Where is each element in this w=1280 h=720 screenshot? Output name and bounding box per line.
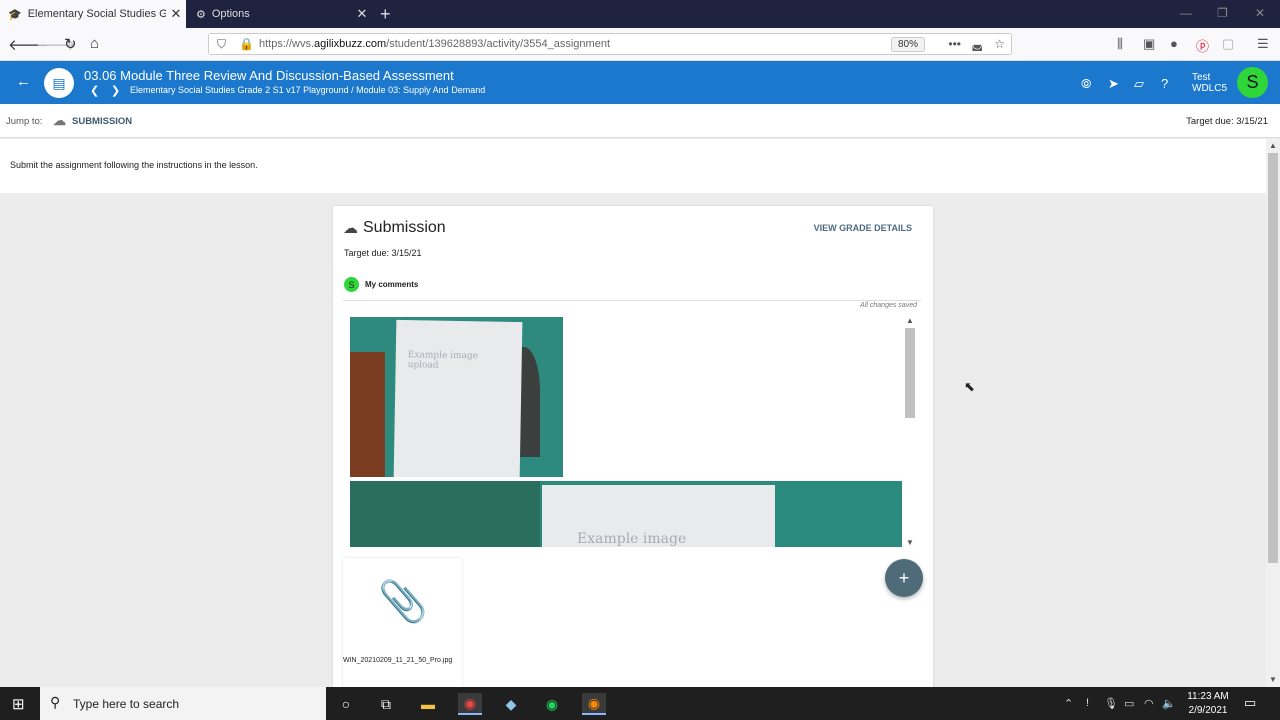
volume-icon[interactable]: 🔈 [1162,697,1176,710]
instructions-text: Submit the assignment following the inst… [10,160,258,170]
sidebar-icon[interactable]: ▣ [1143,36,1155,52]
file-explorer-icon[interactable]: ▬ [416,693,440,715]
taskbar-search[interactable]: ⚲ Type here to search [40,687,326,720]
submission-card: ☁ Submission VIEW GRADE DETAILS Target d… [333,206,933,687]
submission-title: ☁ Submission [343,219,446,237]
mouse-cursor-icon: ⬉ [964,379,975,394]
url-bar[interactable]: ⛉ 🔒 https://wvs.agilixbuzz.com/student/1… [208,33,1012,55]
new-tab-icon[interactable]: + [380,4,391,25]
battery-icon[interactable]: ▭ [1124,697,1134,710]
windows-start-icon[interactable]: ⊞ [12,695,25,713]
previous-activity-icon[interactable]: ❮ [90,84,99,97]
firefox-icon[interactable]: ◉ [582,693,606,715]
clock-date: 2/9/2021 [1188,705,1228,716]
paperclip-icon: 📎 [378,580,428,624]
account-icon[interactable]: ● [1170,36,1178,51]
tray-icon[interactable]: ! [1086,697,1089,709]
menu-icon[interactable]: ☰ [1257,36,1269,52]
restore-icon[interactable]: ❐ [1217,6,1228,20]
pinterest-icon[interactable]: ⓟ [1196,36,1209,55]
target-due: Target due: 3/15/21 [1186,116,1268,127]
user-name[interactable]: Test WDLC5 [1192,72,1227,94]
attachment-filename: WIN_20210209_11_21_50_Pro.jpg [343,657,453,664]
page-scrollbar[interactable]: ▲ ▼ [1266,139,1280,687]
spotify-icon[interactable]: ◉ [540,693,564,715]
url-text[interactable]: https://wvs.agilixbuzz.com/student/13962… [259,38,610,50]
shield-icon[interactable]: ⛉ [217,37,226,52]
buzz-icon: 🎓 [8,8,22,21]
help-icon[interactable]: ? [1161,76,1168,91]
cloud-upload-icon: ☁ [53,113,66,128]
app-icon[interactable]: ◆ [499,693,523,715]
windows-taskbar: ⊞ ⚲ Type here to search ○ ⧉ ▬ ◉ ◆ ◉ ◉ ⌃ … [0,687,1280,720]
submitted-photo[interactable]: Example image upload [350,317,563,477]
app-header: ← ▤ 03.06 Module Three Review And Discus… [0,61,1280,104]
microphone-icon[interactable]: 🎙 [1104,697,1118,710]
submitted-photo[interactable]: Example image [350,481,902,547]
breadcrumb[interactable]: Elementary Social Studies Grade 2 S1 v17… [130,85,485,95]
hearing-icon[interactable]: ⦾ [1081,76,1091,92]
close-window-icon[interactable]: ✕ [1255,6,1265,20]
page-title: 03.06 Module Three Review And Discussion… [84,68,454,83]
wifi-icon[interactable]: ◠ [1144,697,1154,710]
send-icon[interactable]: ➤ [1108,76,1119,92]
comment-editor[interactable]: Example image upload Example image [343,300,921,547]
show-hidden-icons-icon[interactable]: ⌃ [1064,697,1073,710]
chrome-icon[interactable]: ◉ [458,693,482,715]
submission-title-text: Submission [363,219,446,236]
close-tab-icon[interactable]: ✕ [166,6,186,22]
view-grade-details-link[interactable]: VIEW GRADE DETAILS [814,223,912,233]
tab-title: Options [211,8,250,20]
reload-icon[interactable]: ↻ [64,35,77,53]
scroll-thumb[interactable] [905,328,915,418]
scroll-up-icon[interactable]: ▲ [1269,141,1277,150]
browser-navbar: 🡐 🡒 ↻ ⌂ ⛉ 🔒 https://wvs.agilixbuzz.com/s… [0,28,1280,61]
zoom-level[interactable]: 80% [890,37,925,52]
my-comments-label: My comments [365,280,419,289]
search-icon: ⚲ [50,694,61,710]
user-name-line1: Test [1192,72,1211,83]
avatar[interactable]: S [1237,67,1268,98]
tab-title: Elementary Social Studies Grac [27,8,166,20]
jump-bar: Jump to: ☁ SUBMISSION Target due: 3/15/2… [0,104,1280,138]
extension-icon[interactable]: ▢ [1222,36,1234,52]
home-icon[interactable]: ⌂ [90,35,99,52]
notifications-icon[interactable]: ▭ [1244,695,1256,711]
cortana-icon[interactable]: ○ [334,693,358,715]
scroll-up-icon[interactable]: ▲ [906,316,914,325]
scroll-thumb[interactable] [1268,153,1278,563]
taskbar-clock[interactable]: 11:23 AM 2/9/2021 [1182,690,1234,718]
lock-icon[interactable]: 🔒 [239,37,254,51]
search-placeholder: Type here to search [73,697,180,711]
instructions-panel: Submit the assignment following the inst… [0,139,1266,193]
attachment-tile[interactable]: 📎 WIN_20210209_11_21_50_Pro.jpg [343,558,462,687]
gear-icon: ⚙ [196,8,206,21]
notes-icon[interactable]: ▱ [1134,76,1144,92]
pocket-icon[interactable]: ◛ [971,37,983,51]
submission-target-due: Target due: 3/15/21 [344,248,422,258]
editor-scrollbar[interactable]: ▲ ▼ [903,316,917,550]
add-button[interactable]: + [885,559,923,597]
tab-elementary-social-studies[interactable]: 🎓 Elementary Social Studies Grac ✕ [0,0,186,28]
document-icon: ▤ [44,68,74,98]
tab-options[interactable]: ⚙ Options ✕ [188,0,372,28]
browser-tab-strip: 🎓 Elementary Social Studies Grac ✕ ⚙ Opt… [0,0,1280,28]
back-arrow-icon[interactable]: ← [16,73,31,90]
jump-submission-label: SUBMISSION [72,115,133,127]
jump-submission-link[interactable]: ☁ SUBMISSION [53,113,132,129]
jump-to-label: Jump to: [6,116,43,127]
bookmark-star-icon[interactable]: ☆ [994,37,1005,51]
scroll-down-icon[interactable]: ▼ [1269,675,1277,684]
minimize-icon[interactable]: — [1180,6,1192,20]
cloud-upload-icon: ☁ [343,220,358,237]
clock-time: 11:23 AM [1187,691,1229,702]
library-icon[interactable]: ⫼ [1117,36,1123,52]
scroll-down-icon[interactable]: ▼ [906,538,914,547]
more-actions-icon[interactable]: ••• [948,37,961,51]
task-view-icon[interactable]: ⧉ [374,693,398,715]
close-tab-icon[interactable]: ✕ [352,6,372,22]
user-name-line2: WDLC5 [1192,83,1228,94]
avatar: S [344,277,359,292]
next-activity-icon[interactable]: ❯ [111,84,120,97]
